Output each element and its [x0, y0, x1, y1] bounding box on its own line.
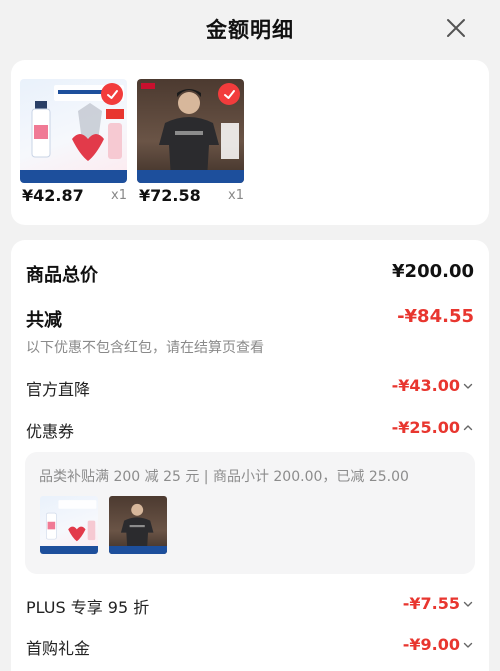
chevron-up-icon[interactable] [462, 422, 474, 434]
official-discount-row[interactable]: 官方直降 -¥43.00 [26, 376, 474, 400]
thumbnail-banner [40, 546, 98, 554]
product-price: ¥42.87 [22, 186, 84, 205]
price-detail-card: 商品总价 ¥200.00 共减 -¥84.55 以下优惠不包含红包，请在结算页查… [11, 240, 489, 671]
product-image[interactable] [137, 79, 244, 183]
chevron-down-icon[interactable] [462, 598, 474, 610]
official-discount-label: 官方直降 [26, 380, 91, 399]
product-item[interactable]: ¥72.58 x1 [137, 79, 255, 207]
first-purchase-row[interactable]: 首购礼金 -¥9.00 [26, 635, 474, 659]
official-discount-value: -¥43.00 [391, 376, 460, 395]
coupon-detail-panel: 品类补贴满 200 减 25 元 | 商品小计 200.00，已减 25.00 [25, 452, 475, 574]
discount-note-row: 以下优惠不包含红包，请在结算页查看 [26, 337, 474, 357]
plus-discount-row[interactable]: PLUS 专享 95 折 -¥7.55 [26, 594, 474, 618]
selected-check-icon[interactable] [218, 83, 240, 105]
product-item[interactable]: ¥42.87 x1 [20, 79, 138, 207]
product-list-card: ¥42.87 x1 ¥72.58 x1 [11, 60, 489, 225]
total-reduction-label: 共减 [26, 310, 62, 331]
coupon-product-thumbnail [109, 496, 167, 554]
close-icon[interactable] [442, 14, 470, 42]
coupon-detail-text: 品类补贴满 200 减 25 元 | 商品小计 200.00，已减 25.00 [39, 469, 409, 485]
first-purchase-label: 首购礼金 [26, 639, 91, 658]
product-quantity: x1 [111, 188, 127, 203]
official-discount-toggle[interactable]: -¥43.00 [392, 376, 474, 395]
thumbnail-banner [109, 546, 167, 554]
product-image-banner [20, 170, 127, 183]
discount-note: 以下优惠不包含红包，请在结算页查看 [26, 340, 264, 356]
total-price-label: 商品总价 [26, 265, 98, 286]
coupon-discount-label: 优惠券 [26, 422, 75, 441]
total-price-value: ¥200.00 [392, 261, 474, 282]
coupon-discount-value: -¥25.00 [391, 418, 460, 437]
chevron-down-icon[interactable] [462, 639, 474, 651]
product-image[interactable] [20, 79, 127, 183]
total-reduction-row: 共减 -¥84.55 [26, 306, 474, 332]
product-price: ¥72.58 [139, 186, 201, 205]
coupon-discount-toggle[interactable]: -¥25.00 [392, 418, 474, 437]
plus-discount-value: -¥7.55 [402, 594, 460, 613]
total-price-row: 商品总价 ¥200.00 [26, 261, 474, 287]
first-purchase-value: -¥9.00 [402, 635, 460, 654]
first-purchase-toggle[interactable]: -¥9.00 [403, 635, 474, 654]
plus-discount-label: PLUS 专享 95 折 [26, 598, 150, 617]
selected-check-icon[interactable] [101, 83, 123, 105]
product-image-banner [137, 170, 244, 183]
coupon-discount-row[interactable]: 优惠券 -¥25.00 [26, 418, 474, 442]
chevron-down-icon[interactable] [462, 380, 474, 392]
total-reduction-value: -¥84.55 [397, 306, 474, 327]
coupon-product-thumbnail [40, 496, 98, 554]
product-quantity: x1 [228, 188, 244, 203]
page-title: 金额明细 [206, 18, 294, 42]
sheet-header: 金额明细 [0, 0, 500, 58]
plus-discount-toggle[interactable]: -¥7.55 [403, 594, 474, 613]
